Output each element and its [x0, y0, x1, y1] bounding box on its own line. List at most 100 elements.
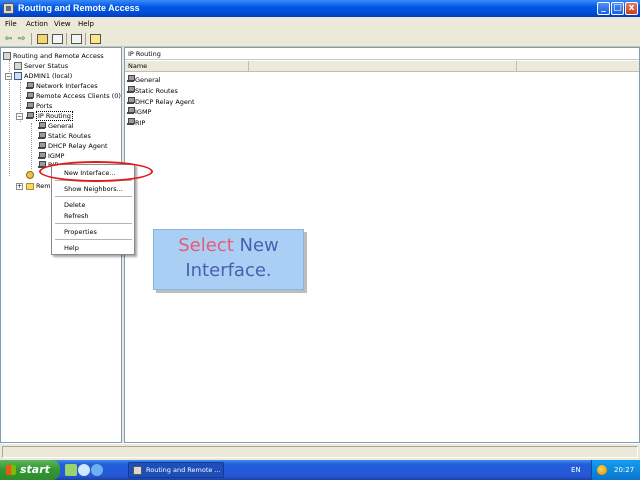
dhcp-relay-icon	[127, 98, 135, 106]
routing-app-icon[interactable]	[3, 3, 14, 14]
details-header: IP Routing	[125, 48, 639, 60]
list-item-label: DHCP Relay Agent	[135, 98, 195, 106]
maximize-button[interactable]: □	[611, 2, 624, 15]
up-folder-icon[interactable]	[37, 34, 48, 44]
menu-show-neighbors[interactable]: Show Neighbors...	[64, 185, 123, 193]
igmp-icon	[127, 108, 135, 116]
export-list-icon[interactable]	[71, 34, 82, 44]
list-item-label: RIP	[135, 119, 146, 127]
expand-remote-logging-icon[interactable]: +	[16, 183, 23, 190]
tray-clock[interactable]: 20:27	[614, 466, 634, 474]
tree-remote-access-clients-label: Remote Access Clients (0)	[36, 92, 121, 100]
remote-access-clients-icon	[26, 92, 34, 100]
list-item-label: IGMP	[135, 108, 152, 116]
tree-root[interactable]: Routing and Remote Access	[3, 51, 104, 61]
tree-server[interactable]: ADMIN1 (local)	[14, 71, 72, 81]
tree-remote-access-logging-label: Rem	[36, 182, 51, 190]
forward-icon[interactable]: ⇨	[16, 34, 27, 44]
instruction-callout: Select New Interface.	[153, 229, 304, 290]
tree-network-interfaces-label: Network Interfaces	[36, 82, 98, 90]
list-item-label: General	[135, 76, 161, 84]
tree-ip-routing[interactable]: IP Routing	[26, 111, 73, 121]
system-tray: 20:27	[591, 460, 640, 480]
menu-view[interactable]: View	[54, 20, 71, 28]
collapse-ip-routing-icon[interactable]: −	[16, 113, 23, 120]
toolbar-separator	[85, 33, 86, 45]
ip-routing-icon	[26, 112, 34, 120]
list-item-general[interactable]: General	[127, 75, 161, 85]
tree-ports[interactable]: Ports	[26, 101, 52, 111]
tree-dhcp-relay[interactable]: DHCP Relay Agent	[38, 141, 108, 151]
help-icon[interactable]	[90, 34, 101, 44]
taskbar-task-routing[interactable]: Routing and Remote ...	[128, 462, 224, 478]
tree-general-label: General	[48, 122, 74, 130]
tree-server-status[interactable]: Server Status	[14, 61, 68, 71]
tree-igmp-label: IGMP	[48, 152, 65, 160]
menu-refresh[interactable]: Refresh	[64, 212, 89, 220]
tree-root-label: Routing and Remote Access	[13, 52, 104, 60]
tree-network-interfaces[interactable]: Network Interfaces	[26, 81, 98, 91]
menu-properties[interactable]: Properties	[64, 228, 97, 236]
close-button[interactable]: x	[625, 2, 638, 15]
status-bar	[0, 443, 640, 460]
list-item-igmp[interactable]: IGMP	[127, 107, 151, 117]
menu-bar: File Action View Help	[0, 17, 640, 31]
tree-server-status-label: Server Status	[24, 62, 69, 70]
menu-help-item[interactable]: Help	[64, 244, 79, 252]
show-hide-tree-icon[interactable]	[52, 34, 63, 44]
column-name-header[interactable]: Name	[125, 61, 249, 72]
toolbar-separator	[66, 33, 67, 45]
show-desktop-icon[interactable]	[65, 464, 77, 476]
menu-help[interactable]: Help	[78, 20, 94, 28]
start-button[interactable]: start	[0, 460, 60, 480]
back-icon[interactable]: ⇦	[3, 34, 14, 44]
language-indicator[interactable]: EN	[571, 466, 581, 474]
window-titlebar[interactable]: Routing and Remote Access _ □ x	[0, 0, 640, 17]
list-item-rip[interactable]: RIP	[127, 118, 145, 128]
minimize-button[interactable]: _	[597, 2, 610, 15]
tree-remote-access-policies[interactable]	[26, 170, 36, 180]
menu-delete[interactable]: Delete	[64, 201, 85, 209]
list-item-label: Static Routes	[135, 87, 178, 95]
window-title: Routing and Remote Access	[18, 3, 140, 13]
task-label: Routing and Remote ...	[146, 466, 221, 474]
toolbar: ⇦ ⇨	[0, 31, 640, 47]
taskbar: start Routing and Remote ... EN 20:27	[0, 460, 640, 480]
column-blank-header[interactable]	[249, 61, 517, 72]
tree-line	[31, 123, 32, 169]
routing-app-icon	[133, 466, 142, 475]
general-icon	[127, 76, 135, 84]
dhcp-relay-icon	[38, 142, 46, 150]
tree-static-routes[interactable]: Static Routes	[38, 131, 91, 141]
collapse-server-icon[interactable]: −	[5, 73, 12, 80]
tree-static-routes-label: Static Routes	[48, 132, 91, 140]
list-item-dhcp-relay[interactable]: DHCP Relay Agent	[127, 97, 195, 107]
tree-ports-label: Ports	[36, 102, 53, 110]
internet-explorer-icon[interactable]	[78, 464, 90, 476]
details-header-title: IP Routing	[128, 50, 161, 58]
tree-general[interactable]: General	[38, 121, 74, 131]
igmp-icon	[38, 152, 46, 160]
tree-server-label: ADMIN1 (local)	[24, 72, 73, 80]
static-routes-icon	[38, 132, 46, 140]
tree-remote-access-logging[interactable]: Rem	[26, 181, 51, 191]
list-item-static-routes[interactable]: Static Routes	[127, 86, 178, 96]
callout-line-1: Select New	[154, 235, 303, 257]
network-status-icon[interactable]	[597, 465, 607, 475]
menu-file[interactable]: File	[5, 20, 17, 28]
menu-separator	[55, 239, 132, 240]
toolbar-separator	[31, 33, 32, 45]
start-label: start	[20, 463, 50, 476]
callout-word-new: New	[239, 235, 279, 256]
menu-action[interactable]: Action	[26, 20, 48, 28]
windows-flag-icon	[6, 465, 16, 475]
list-column-header: Name	[125, 61, 639, 72]
annotation-highlight-ellipse	[39, 161, 153, 182]
general-icon	[38, 122, 46, 130]
tree-remote-access-clients[interactable]: Remote Access Clients (0)	[26, 91, 121, 101]
network-interfaces-icon	[26, 82, 34, 90]
media-player-icon[interactable]	[91, 464, 103, 476]
tree-ip-routing-label: IP Routing	[36, 111, 73, 121]
static-routes-icon	[127, 87, 135, 95]
callout-word-select: Select	[178, 235, 234, 256]
